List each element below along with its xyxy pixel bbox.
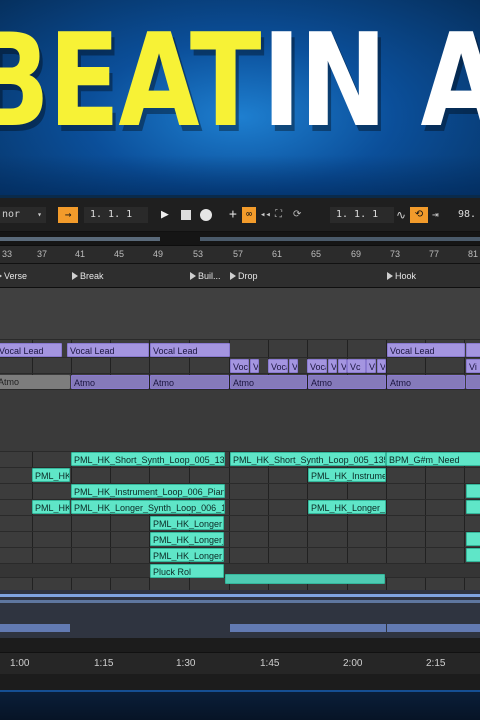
clip-vocal-chop[interactable]: Voca (268, 359, 288, 373)
clip-vocal-chop[interactable]: Vi (289, 359, 298, 373)
clip-pml-hk[interactable]: PML_HK (32, 500, 70, 514)
capture-midi-icon[interactable]: ⛶ (275, 207, 282, 223)
time-label: 2:00 (343, 658, 363, 669)
headline-part2: IN AB (262, 7, 480, 156)
clip-vocal-chop[interactable]: Vi (466, 359, 480, 373)
time-axis[interactable]: 1:00 1:15 1:30 1:45 2:00 2:15 (0, 652, 480, 674)
bar-number: 73 (390, 249, 401, 259)
bar-number: 33 (2, 249, 13, 259)
clip-vocal-lead[interactable] (466, 343, 480, 357)
locator-lane: Verse Break Buil... Drop Hook (0, 264, 480, 288)
clip-vocal-lead[interactable]: Vocal Lead (387, 343, 465, 357)
clip-pml-hk[interactable] (466, 532, 480, 546)
bar-number: 57 (233, 249, 244, 259)
time-label: 1:15 (94, 658, 114, 669)
bar-number: 41 (75, 249, 86, 259)
headline-part1: BEAT (0, 7, 261, 156)
daw-window: nor ▾ → 1. 1. 1 ▶ + ∞ ◂◂ ⛶ ⟳ 1. 1. 1 ∿ ⟲… (0, 198, 480, 690)
punch-icon[interactable]: ⇥ (432, 207, 439, 223)
bar-number: 69 (351, 249, 362, 259)
audio-waveform-lanes (0, 590, 480, 638)
clip-atmo[interactable]: Atmo (0, 375, 70, 389)
time-label: 2:15 (426, 658, 446, 669)
overdub-icon[interactable]: + (229, 207, 237, 223)
bar-number: 53 (193, 249, 204, 259)
clip-longer[interactable]: PML_HK_Longer_ (150, 532, 224, 546)
clip-vocal-chop[interactable]: Voca (307, 359, 327, 373)
clip-pluck[interactable]: Pluck Rol (150, 564, 224, 578)
loop-start-position[interactable]: 1. 1. 1 (330, 207, 394, 223)
clip-vocal-chop[interactable]: Vi (328, 359, 337, 373)
time-label: 1:45 (260, 658, 280, 669)
clip-pml-hk[interactable] (466, 548, 480, 562)
follow-icon[interactable]: → (58, 207, 78, 223)
clip-atmo[interactable]: Atmo (387, 375, 465, 389)
stop-icon[interactable] (181, 210, 191, 220)
automation-arm-icon[interactable]: ∞ (242, 207, 256, 223)
thumbnail-footer (0, 690, 480, 720)
clip-pml-hk[interactable] (466, 500, 480, 514)
arrangement-position[interactable]: 1. 1. 1 (84, 207, 148, 223)
clip-longer[interactable]: PML_HK_Longer_ (150, 548, 224, 562)
bar-number: 61 (272, 249, 283, 259)
clip-vocal-chop[interactable]: Voca (338, 359, 347, 373)
session-record-icon[interactable]: ⟳ (293, 207, 301, 223)
play-icon[interactable]: ▶ (161, 207, 169, 223)
chevron-down-icon: ▾ (37, 210, 42, 219)
clip-atmo[interactable] (466, 375, 480, 389)
clip-instrument-loop[interactable]: PML_HK_Instrument_Loop_006_Pian (71, 484, 225, 498)
bar-number: 49 (153, 249, 164, 259)
scale-label: nor (2, 209, 21, 220)
arrangement-tracks: Vocal Lead Vocal Lead Vocal Lead Vocal L… (0, 288, 480, 638)
arrangement-overview[interactable] (0, 232, 480, 246)
tempo-field[interactable]: 98. (458, 207, 476, 223)
clip-vocal-chop[interactable]: Voca (230, 359, 249, 373)
draw-mode-icon[interactable]: ∿ (396, 207, 406, 223)
scale-dropdown[interactable]: nor ▾ (0, 207, 46, 223)
clip-synth-loop[interactable]: BPM_G#m_Need (386, 452, 480, 466)
bar-number: 77 (429, 249, 440, 259)
transport-bar: nor ▾ → 1. 1. 1 ▶ + ∞ ◂◂ ⛶ ⟳ 1. 1. 1 ∿ ⟲… (0, 198, 480, 232)
time-label: 1:00 (10, 658, 30, 669)
clip-atmo[interactable]: Atmo (150, 375, 229, 389)
clip-pml-hk[interactable] (466, 484, 480, 498)
clip-vocal-lead[interactable]: Vocal Lead (67, 343, 149, 357)
clip-midi-notes[interactable] (225, 574, 385, 584)
locator-break[interactable]: Break (70, 269, 104, 283)
headline-glow (0, 155, 480, 195)
beat-ruler[interactable]: 33 37 41 45 49 53 57 61 65 69 73 77 81 (0, 246, 480, 264)
locator-drop[interactable]: Drop (228, 269, 258, 283)
clip-vocal-chop[interactable]: Vc (250, 359, 259, 373)
clip-longer-synth[interactable]: PML_HK_Longer_S (308, 500, 386, 514)
locator-verse[interactable]: Verse (0, 269, 27, 283)
clip-atmo[interactable]: Atmo (230, 375, 307, 389)
clip-synth-loop[interactable]: PML_HK_Short_Synth_Loop_005_135 (71, 452, 225, 466)
clip-atmo[interactable]: Atmo (71, 375, 149, 389)
clip-instrument-loop[interactable]: PML_HK_Instrume (308, 468, 386, 482)
clip-atmo[interactable]: Atmo (308, 375, 386, 389)
back-to-arrangement-icon[interactable]: ◂◂ (260, 207, 271, 223)
bar-number: 45 (114, 249, 125, 259)
locator-build[interactable]: Buil... (188, 269, 221, 283)
loop-switch-icon[interactable]: ⟲ (410, 207, 428, 223)
clip-longer[interactable]: PML_HK_Longer (150, 516, 224, 530)
clip-vocal-chop[interactable]: Voc (366, 359, 376, 373)
bar-number: 37 (37, 249, 48, 259)
bar-number: 65 (311, 249, 322, 259)
clip-synth-loop[interactable]: PML_HK_Short_Synth_Loop_005_135 (230, 452, 386, 466)
locator-hook[interactable]: Hook (385, 269, 416, 283)
thumbnail-headline: BEAT IN AB (0, 0, 480, 195)
clip-vocal-chop[interactable]: Vc (347, 359, 366, 373)
clip-pml-hk[interactable]: PML_HK (32, 468, 70, 482)
clip-longer-synth[interactable]: PML_HK_Longer_Synth_Loop_006_13 (71, 500, 225, 514)
bar-number: 81 (468, 249, 479, 259)
record-icon[interactable] (200, 209, 212, 221)
clip-vocal-chop[interactable]: Vc (377, 359, 386, 373)
clip-vocal-lead[interactable]: Vocal Lead (150, 343, 230, 357)
time-label: 1:30 (176, 658, 196, 669)
clip-vocal-lead[interactable]: Vocal Lead (0, 343, 62, 357)
